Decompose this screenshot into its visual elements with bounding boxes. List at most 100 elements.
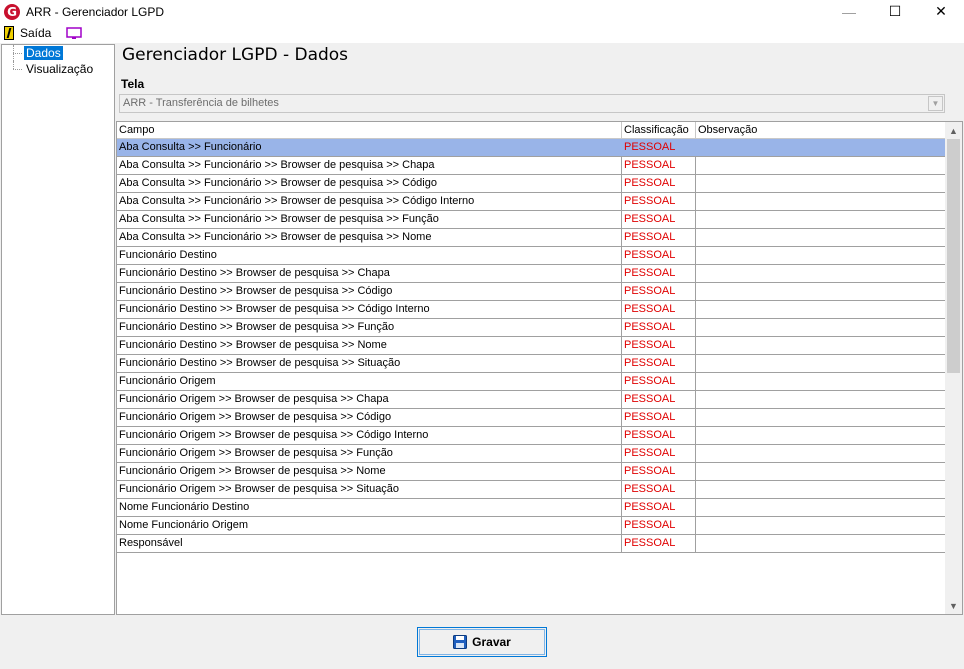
menu-item-saida[interactable]: Saída	[1, 23, 54, 43]
column-header-observacao[interactable]: Observação	[696, 122, 946, 139]
table-row[interactable]: Funcionário Destino PESSOAL	[117, 247, 946, 265]
save-button[interactable]: Gravar	[417, 627, 547, 657]
cell-classificacao[interactable]: PESSOAL	[622, 337, 696, 354]
cell-observacao[interactable]	[696, 517, 946, 534]
cell-classificacao[interactable]: PESSOAL	[622, 445, 696, 462]
cell-classificacao[interactable]: PESSOAL	[622, 391, 696, 408]
cell-observacao[interactable]	[696, 391, 946, 408]
table-row[interactable]: Funcionário Destino >> Browser de pesqui…	[117, 301, 946, 319]
cell-classificacao[interactable]: PESSOAL	[622, 463, 696, 480]
cell-classificacao[interactable]: PESSOAL	[622, 193, 696, 210]
cell-campo[interactable]: Nome Funcionário Origem	[117, 517, 622, 534]
cell-campo[interactable]: Funcionário Origem >> Browser de pesquis…	[117, 427, 622, 444]
cell-observacao[interactable]	[696, 373, 946, 390]
cell-campo[interactable]: Funcionário Origem >> Browser de pesquis…	[117, 391, 622, 408]
scroll-up-icon[interactable]: ▲	[945, 122, 962, 139]
chevron-down-icon[interactable]: ▼	[928, 96, 943, 111]
maximize-button[interactable]: ☐	[872, 0, 918, 23]
table-row[interactable]: Nome Funcionário Destino PESSOAL	[117, 499, 946, 517]
close-button[interactable]: ✕	[918, 0, 964, 23]
cell-campo[interactable]: Funcionário Origem >> Browser de pesquis…	[117, 463, 622, 480]
table-row[interactable]: Funcionário Destino >> Browser de pesqui…	[117, 283, 946, 301]
tree-item-dados[interactable]: Dados	[2, 45, 114, 61]
cell-campo[interactable]: Funcionário Destino >> Browser de pesqui…	[117, 319, 622, 336]
table-row[interactable]: Funcionário Origem PESSOAL	[117, 373, 946, 391]
cell-campo[interactable]: Aba Consulta >> Funcionário	[117, 139, 622, 156]
table-row[interactable]: Funcionário Destino >> Browser de pesqui…	[117, 265, 946, 283]
cell-campo[interactable]: Funcionário Origem >> Browser de pesquis…	[117, 445, 622, 462]
cell-campo[interactable]: Funcionário Destino >> Browser de pesqui…	[117, 283, 622, 300]
cell-campo[interactable]: Funcionário Destino >> Browser de pesqui…	[117, 301, 622, 318]
table-row[interactable]: Aba Consulta >> Funcionário >> Browser d…	[117, 175, 946, 193]
table-row[interactable]: Funcionário Origem >> Browser de pesquis…	[117, 463, 946, 481]
cell-classificacao[interactable]: PESSOAL	[622, 481, 696, 498]
table-row[interactable]: Funcionário Origem >> Browser de pesquis…	[117, 391, 946, 409]
cell-classificacao[interactable]: PESSOAL	[622, 517, 696, 534]
cell-campo[interactable]: Funcionário Destino >> Browser de pesqui…	[117, 355, 622, 372]
cell-classificacao[interactable]: PESSOAL	[622, 409, 696, 426]
cell-observacao[interactable]	[696, 355, 946, 372]
table-row[interactable]: Aba Consulta >> Funcionário PESSOAL	[117, 139, 946, 157]
table-row[interactable]: Funcionário Origem >> Browser de pesquis…	[117, 445, 946, 463]
cell-observacao[interactable]	[696, 535, 946, 552]
cell-observacao[interactable]	[696, 157, 946, 174]
tela-select[interactable]: ARR - Transferência de bilhetes ▼	[119, 94, 945, 113]
cell-campo[interactable]: Responsável	[117, 535, 622, 552]
cell-observacao[interactable]	[696, 229, 946, 246]
cell-campo[interactable]: Funcionário Destino >> Browser de pesqui…	[117, 337, 622, 354]
cell-classificacao[interactable]: PESSOAL	[622, 247, 696, 264]
cell-observacao[interactable]	[696, 193, 946, 210]
cell-observacao[interactable]	[696, 301, 946, 318]
table-row[interactable]: Funcionário Origem >> Browser de pesquis…	[117, 427, 946, 445]
cell-campo[interactable]: Funcionário Destino >> Browser de pesqui…	[117, 265, 622, 282]
table-row[interactable]: Funcionário Destino >> Browser de pesqui…	[117, 337, 946, 355]
cell-campo[interactable]: Nome Funcionário Destino	[117, 499, 622, 516]
cell-classificacao[interactable]: PESSOAL	[622, 229, 696, 246]
cell-classificacao[interactable]: PESSOAL	[622, 373, 696, 390]
table-row[interactable]: Funcionário Destino >> Browser de pesqui…	[117, 355, 946, 373]
cell-classificacao[interactable]: PESSOAL	[622, 283, 696, 300]
table-row[interactable]: Funcionário Origem >> Browser de pesquis…	[117, 481, 946, 499]
menu-item-monitor[interactable]	[55, 23, 85, 43]
cell-observacao[interactable]	[696, 319, 946, 336]
table-row[interactable]: Aba Consulta >> Funcionário >> Browser d…	[117, 211, 946, 229]
minimize-button[interactable]: —	[826, 0, 872, 23]
cell-campo[interactable]: Funcionário Origem >> Browser de pesquis…	[117, 481, 622, 498]
cell-observacao[interactable]	[696, 337, 946, 354]
scrollbar-thumb[interactable]	[947, 139, 960, 373]
cell-classificacao[interactable]: PESSOAL	[622, 175, 696, 192]
cell-classificacao[interactable]: PESSOAL	[622, 319, 696, 336]
cell-observacao[interactable]	[696, 211, 946, 228]
cell-classificacao[interactable]: PESSOAL	[622, 535, 696, 552]
cell-campo[interactable]: Funcionário Origem	[117, 373, 622, 390]
cell-campo[interactable]: Aba Consulta >> Funcionário >> Browser d…	[117, 175, 622, 192]
column-header-classificacao[interactable]: Classificação	[622, 122, 696, 139]
cell-classificacao[interactable]: PESSOAL	[622, 355, 696, 372]
cell-classificacao[interactable]: PESSOAL	[622, 265, 696, 282]
cell-campo[interactable]: Aba Consulta >> Funcionário >> Browser d…	[117, 157, 622, 174]
table-row[interactable]: Responsável PESSOAL	[117, 535, 946, 553]
cell-observacao[interactable]	[696, 265, 946, 282]
cell-campo[interactable]: Aba Consulta >> Funcionário >> Browser d…	[117, 211, 622, 228]
tree-item-visualizacao[interactable]: Visualização	[2, 61, 114, 77]
column-header-campo[interactable]: Campo	[117, 122, 622, 139]
cell-campo[interactable]: Aba Consulta >> Funcionário >> Browser d…	[117, 229, 622, 246]
cell-observacao[interactable]	[696, 409, 946, 426]
cell-campo[interactable]: Aba Consulta >> Funcionário >> Browser d…	[117, 193, 622, 210]
cell-observacao[interactable]	[696, 445, 946, 462]
table-row[interactable]: Aba Consulta >> Funcionário >> Browser d…	[117, 229, 946, 247]
cell-observacao[interactable]	[696, 283, 946, 300]
cell-classificacao[interactable]: PESSOAL	[622, 301, 696, 318]
cell-observacao[interactable]	[696, 463, 946, 480]
vertical-scrollbar[interactable]: ▲ ▼	[945, 122, 962, 614]
cell-classificacao[interactable]: PESSOAL	[622, 499, 696, 516]
cell-classificacao[interactable]: PESSOAL	[622, 157, 696, 174]
cell-campo[interactable]: Funcionário Origem >> Browser de pesquis…	[117, 409, 622, 426]
cell-observacao[interactable]	[696, 427, 946, 444]
cell-observacao[interactable]	[696, 247, 946, 264]
scroll-down-icon[interactable]: ▼	[945, 597, 962, 614]
table-row[interactable]: Funcionário Destino >> Browser de pesqui…	[117, 319, 946, 337]
cell-classificacao[interactable]: PESSOAL	[622, 211, 696, 228]
cell-campo[interactable]: Funcionário Destino	[117, 247, 622, 264]
cell-observacao[interactable]	[696, 139, 946, 156]
